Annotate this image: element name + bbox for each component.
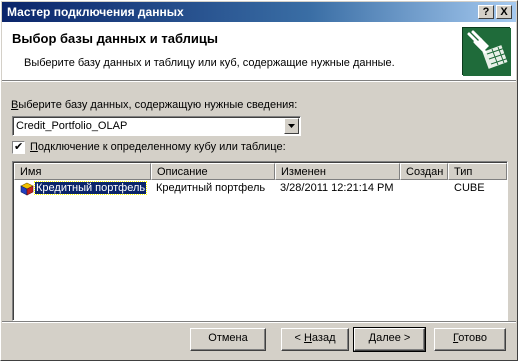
row-type: CUBE bbox=[454, 182, 485, 194]
row-modified: 3/28/2011 12:21:14 PM bbox=[280, 182, 394, 194]
chevron-down-icon[interactable] bbox=[284, 118, 299, 134]
column-header-description[interactable]: Описание bbox=[151, 163, 275, 180]
database-select[interactable]: Credit_Portfolio_OLAP bbox=[12, 116, 301, 136]
page-subtitle: Выберите базу данных и таблицу или куб, … bbox=[24, 57, 395, 69]
wizard-window: Мастер подключения данных ? X Выбор базы… bbox=[0, 0, 518, 361]
row-description: Кредитный портфель bbox=[156, 182, 266, 194]
header-panel: Выбор базы данных и таблицы Выберите баз… bbox=[2, 22, 516, 81]
page-title: Выбор базы данных и таблицы bbox=[12, 31, 218, 46]
column-header-type[interactable]: Тип bbox=[448, 163, 507, 180]
cancel-button[interactable]: Отмена bbox=[190, 328, 266, 351]
finish-button[interactable]: Готово bbox=[434, 328, 506, 351]
window-title: Мастер подключения данных bbox=[7, 5, 184, 19]
database-select-value: Credit_Portfolio_OLAP bbox=[16, 120, 128, 132]
column-header-created[interactable]: Создан bbox=[400, 163, 448, 180]
close-button[interactable]: X bbox=[496, 5, 512, 19]
next-button[interactable]: Далее > bbox=[353, 327, 426, 352]
database-label: Выберите базу данных, содержащую нужные … bbox=[11, 99, 298, 111]
cube-table[interactable]: Имя Описание Изменен Создан Тип Кредитны… bbox=[12, 161, 508, 321]
table-row[interactable]: Кредитный портфель Кредитный портфель 3/… bbox=[14, 181, 507, 197]
checkmark-icon: ✔ bbox=[14, 140, 24, 153]
data-connection-plug-icon bbox=[462, 27, 511, 76]
help-button[interactable]: ? bbox=[478, 5, 494, 19]
column-header-name[interactable]: Имя bbox=[14, 163, 151, 180]
cube-checkbox[interactable]: ✔ bbox=[12, 140, 25, 154]
cube-icon bbox=[20, 182, 34, 196]
row-name[interactable]: Кредитный портфель bbox=[33, 181, 148, 195]
title-bar[interactable]: Мастер подключения данных ? X bbox=[2, 2, 516, 22]
footer-separator bbox=[2, 321, 516, 323]
back-button[interactable]: < Назад bbox=[281, 328, 349, 351]
column-header-modified[interactable]: Изменен bbox=[275, 163, 400, 180]
table-header: Имя Описание Изменен Создан Тип bbox=[14, 163, 507, 180]
cube-checkbox-label[interactable]: Подключение к определенному кубу или таб… bbox=[30, 141, 286, 153]
